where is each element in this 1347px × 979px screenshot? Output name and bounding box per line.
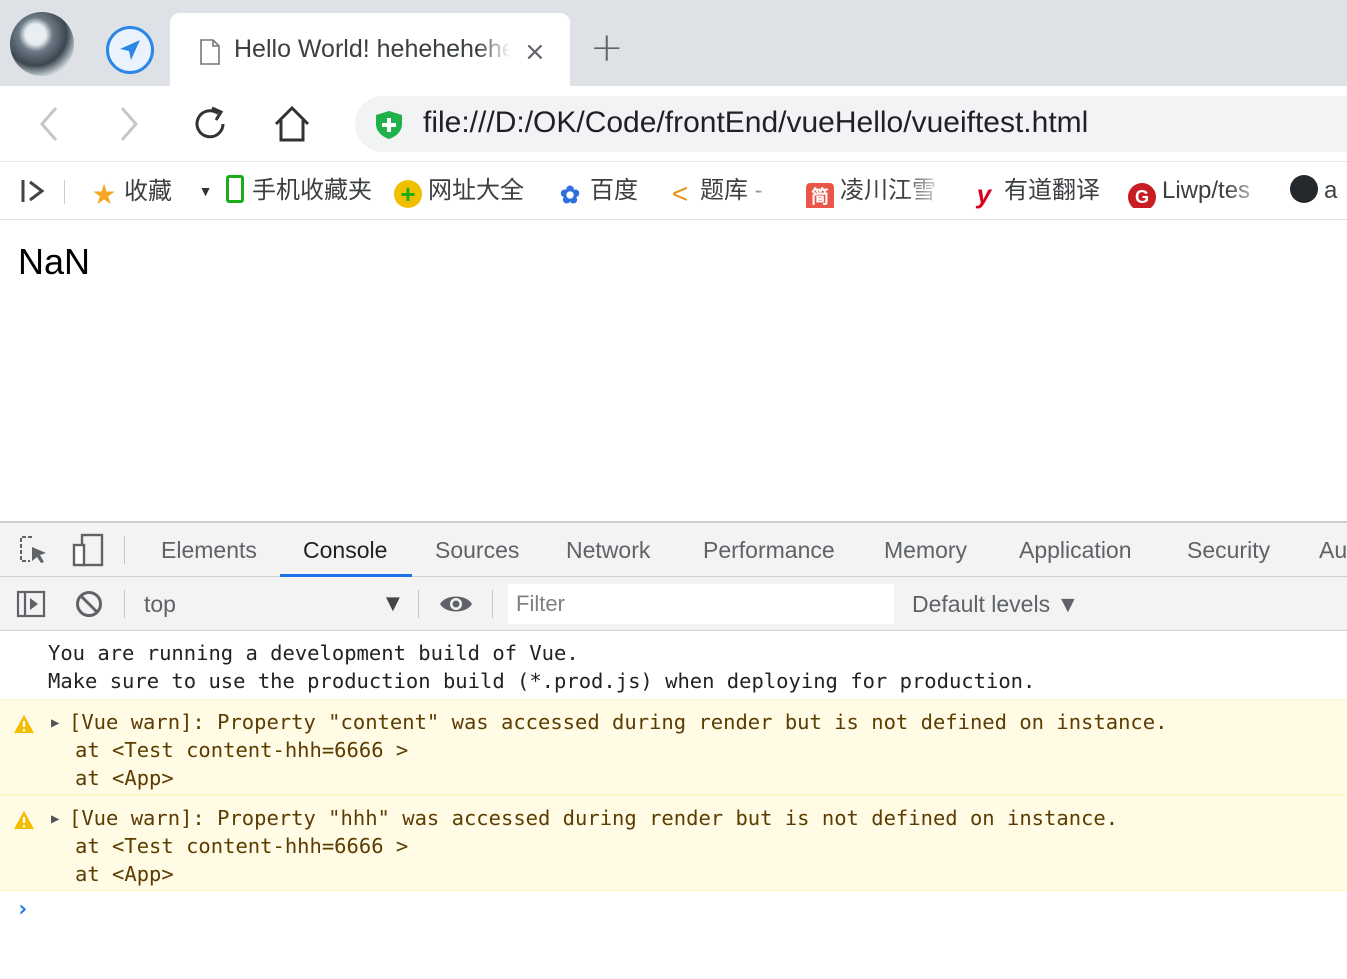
context-select[interactable]: top <box>144 591 406 618</box>
tab-elements[interactable]: Elements <box>161 537 257 564</box>
console-output: You are running a development build of V… <box>0 631 1347 979</box>
reload-icon[interactable] <box>190 104 230 144</box>
forward-icon[interactable] <box>108 104 148 144</box>
console-message-warning[interactable]: ▶ [Vue warn]: Property "hhh" was accesse… <box>0 795 1347 891</box>
shield-icon <box>376 111 402 139</box>
console-line: You are running a development build of V… <box>48 641 579 665</box>
tab-console[interactable]: Console <box>303 537 387 564</box>
devtools-tab-bar: Elements Console Sources Network Perform… <box>0 523 1347 577</box>
warning-text: [Vue warn]: Property "hhh" was accessed … <box>69 806 1119 830</box>
device-toolbar-icon[interactable] <box>72 533 104 567</box>
tab-close-button[interactable]: × <box>524 39 546 65</box>
plus-circle-icon: + <box>394 180 422 208</box>
chevron-down-icon[interactable]: ▼ <box>199 183 213 199</box>
bookmark-youdao[interactable]: y 有道翻译 <box>970 174 1100 208</box>
tab-strip: Hello World! hehehehehe × + <box>0 0 1347 86</box>
console-toolbar: top ▼ Default levels ▼ <box>0 577 1347 631</box>
page-viewport: NaN <box>0 221 1347 521</box>
stack-trace-line[interactable]: at <Test content-hhh=6666 > <box>75 834 408 858</box>
tab-security[interactable]: Security <box>1187 537 1270 564</box>
tab-application[interactable]: Application <box>1019 537 1132 564</box>
page-icon <box>200 39 220 65</box>
console-line: Make sure to use the production build (*… <box>48 669 1036 693</box>
bookmark-mobile[interactable]: 手机收藏夹 <box>226 174 372 208</box>
expand-triangle-icon[interactable]: ▶ <box>51 811 59 827</box>
bookmark-gitee[interactable]: G Liwp/tes <box>1128 174 1268 211</box>
sidebar-toggle-icon[interactable] <box>20 178 48 204</box>
inspect-element-icon[interactable] <box>18 535 48 565</box>
stack-trace-line[interactable]: at <App> <box>75 766 174 790</box>
console-sidebar-icon[interactable] <box>16 590 46 618</box>
bookmark-question-bank[interactable]: < 题库 - <box>666 174 776 208</box>
console-message-info: You are running a development build of V… <box>0 631 1347 699</box>
stack-trace-line[interactable]: at <App> <box>75 862 174 886</box>
warning-icon <box>14 715 34 733</box>
tab-memory[interactable]: Memory <box>884 537 967 564</box>
tab-sources[interactable]: Sources <box>435 537 519 564</box>
github-icon <box>1290 175 1318 203</box>
star-icon: ★ <box>91 179 117 210</box>
console-prompt[interactable]: › <box>16 897 29 922</box>
bookmark-favorites[interactable]: ★ 收藏 ▼ <box>90 174 213 210</box>
navigation-extension-icon[interactable] <box>106 26 154 74</box>
bookmarks-bar: ★ 收藏 ▼ 手机收藏夹 + 网址大全 ✿ 百度 < 题库 - 简凌川江雪 y 有道翻译 … <box>0 162 1347 220</box>
back-icon[interactable] <box>30 104 70 144</box>
stack-trace-line[interactable]: at <Test content-hhh=6666 > <box>75 738 408 762</box>
url-text: file:///D:/OK/Code/frontEnd/vueHello/vue… <box>423 106 1089 139</box>
expand-triangle-icon[interactable]: ▶ <box>51 715 59 731</box>
new-tab-button[interactable]: + <box>590 28 624 68</box>
log-levels-dropdown[interactable]: Default levels ▼ <box>912 591 1079 618</box>
tab-network[interactable]: Network <box>566 537 650 564</box>
chevron-down-icon[interactable]: ▼ <box>386 593 400 614</box>
browser-tab[interactable]: Hello World! hehehehehe × <box>170 13 570 86</box>
bookmark-baidu[interactable]: ✿ 百度 <box>556 174 638 209</box>
tab-audits[interactable]: Au <box>1319 537 1347 564</box>
console-filter-input[interactable] <box>508 584 894 624</box>
bracket-icon: < <box>671 178 689 209</box>
bookmark-directory[interactable]: + 网址大全 <box>394 174 524 208</box>
address-bar[interactable]: file:///D:/OK/Code/frontEnd/vueHello/vue… <box>355 96 1347 152</box>
bookmark-github[interactable]: a <box>1290 174 1337 208</box>
paw-icon: ✿ <box>559 182 581 209</box>
profile-avatar[interactable] <box>10 12 74 76</box>
clear-console-icon[interactable] <box>75 590 103 618</box>
warning-icon <box>14 811 34 829</box>
browser-toolbar: file:///D:/OK/Code/frontEnd/vueHello/vue… <box>0 86 1347 162</box>
console-message-warning[interactable]: ▶ [Vue warn]: Property "content" was acc… <box>0 699 1347 795</box>
bookmark-lingchuan[interactable]: 简凌川江雪 <box>806 174 946 211</box>
phone-icon <box>226 175 244 203</box>
gitee-icon: G <box>1128 183 1156 211</box>
youdao-icon: y <box>976 179 992 209</box>
jian-icon: 简 <box>806 183 834 211</box>
page-output-text: NaN <box>18 241 91 282</box>
tab-performance[interactable]: Performance <box>703 537 835 564</box>
home-icon[interactable] <box>272 104 312 144</box>
eye-icon[interactable] <box>438 591 474 617</box>
tab-title: Hello World! hehehehehe <box>234 35 510 63</box>
warning-text: [Vue warn]: Property "content" was acces… <box>69 710 1168 734</box>
devtools-panel: Elements Console Sources Network Perform… <box>0 521 1347 979</box>
